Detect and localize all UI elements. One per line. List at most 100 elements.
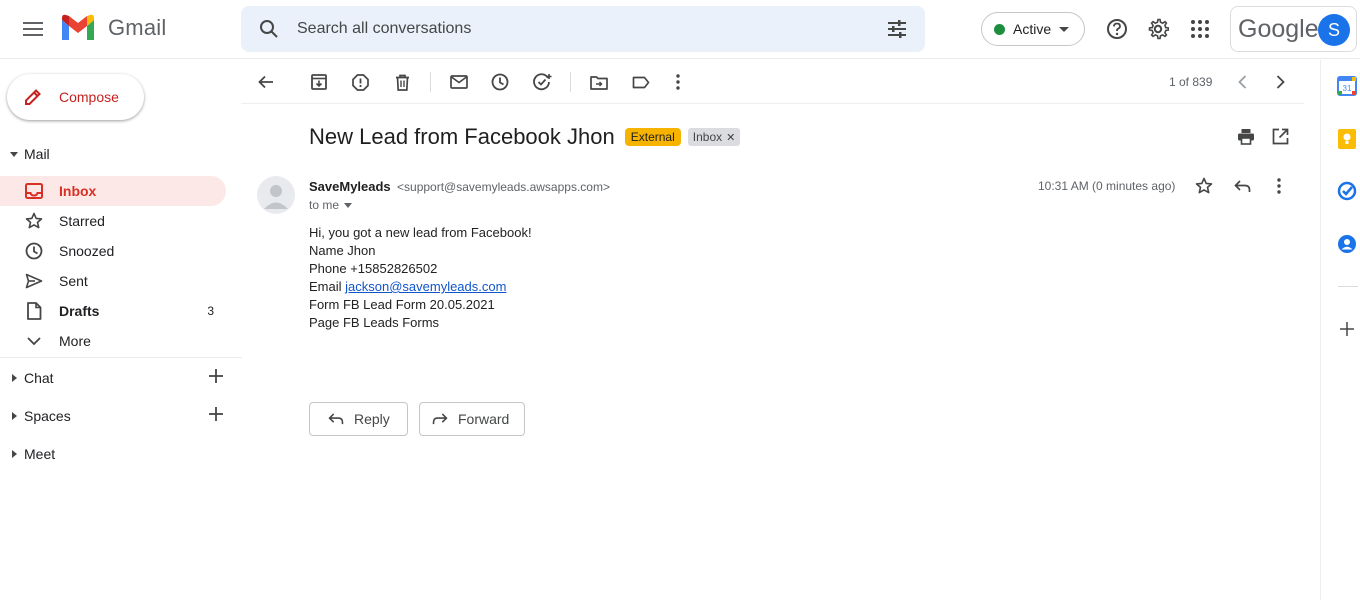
compose-button[interactable]: Compose (7, 74, 144, 120)
forward-button[interactable]: Forward (419, 402, 525, 436)
pencil-icon (25, 89, 41, 105)
archive-button[interactable] (303, 66, 335, 98)
message-more-button[interactable] (1267, 174, 1291, 198)
inbox-label-text: Inbox (692, 130, 723, 144)
meet-section-toggle[interactable]: Meet (0, 439, 242, 469)
apps-button[interactable] (1184, 13, 1216, 45)
sidebar-item-starred[interactable]: Starred (0, 206, 226, 236)
top-header: Gmail Active Google S (0, 0, 1360, 59)
toolbar-divider (430, 72, 431, 92)
message-timestamp: 10:31 AM (0 minutes ago) (1038, 179, 1176, 193)
star-message-button[interactable] (1192, 174, 1216, 198)
report-spam-button[interactable] (344, 66, 376, 98)
reply-button[interactable]: Reply (309, 402, 408, 436)
chevron-down-icon (24, 336, 44, 346)
body-email-prefix: Email (309, 279, 346, 294)
send-icon (24, 273, 44, 289)
google-wordmark: Google (1238, 14, 1319, 43)
print-icon (1238, 128, 1254, 145)
reply-icon-button[interactable] (1230, 174, 1254, 198)
clock-icon (491, 73, 509, 91)
status-label: Active (1013, 21, 1052, 37)
sidebar-item-label: More (59, 333, 91, 349)
plus-icon[interactable] (208, 406, 224, 422)
chevron-left-icon (1237, 75, 1246, 89)
plus-icon (1340, 322, 1354, 336)
compose-label: Compose (59, 89, 119, 105)
mail-section-toggle[interactable]: Mail (0, 139, 242, 169)
newer-button[interactable] (1226, 66, 1258, 98)
keep-icon (1338, 129, 1356, 149)
keep-app-button[interactable] (1336, 128, 1358, 150)
sidebar-item-drafts[interactable]: Drafts 3 (0, 296, 226, 326)
open-in-new-window-button[interactable] (1268, 124, 1292, 148)
search-bar[interactable] (241, 6, 925, 52)
star-icon (1195, 177, 1213, 194)
reply-icon (328, 413, 344, 425)
gmail-logo[interactable]: Gmail (60, 14, 166, 42)
side-panel: 31 (1320, 60, 1360, 600)
delete-button[interactable] (386, 66, 418, 98)
snooze-button[interactable] (484, 66, 516, 98)
gmail-m-icon (62, 14, 94, 40)
more-options-button[interactable] (662, 66, 694, 98)
mark-unread-button[interactable] (443, 66, 475, 98)
trash-icon (395, 74, 409, 91)
body-phone: Phone +15852826502 (309, 261, 438, 276)
sidebar-item-more[interactable]: More (0, 326, 226, 356)
contacts-icon (1338, 235, 1356, 253)
recipient-details-toggle[interactable]: to me (309, 198, 353, 212)
archive-icon (311, 74, 327, 90)
external-label[interactable]: External (624, 128, 681, 146)
message-toolbar: 1 of 839 (241, 60, 1304, 104)
remove-label-icon[interactable]: ✕ (726, 131, 735, 144)
get-addons-button[interactable] (1336, 318, 1358, 340)
search-options-icon[interactable] (869, 20, 925, 38)
sender-avatar[interactable] (257, 176, 295, 214)
sidebar-item-snoozed[interactable]: Snoozed (0, 236, 226, 266)
status-dropdown[interactable]: Active (981, 12, 1085, 46)
gear-icon (1148, 18, 1169, 40)
meet-section-label: Meet (24, 446, 56, 462)
settings-button[interactable] (1142, 13, 1174, 45)
subject-row: New Lead from Facebook Jhon External Inb… (309, 124, 741, 150)
body-form: Form FB Lead Form 20.05.2021 (309, 297, 495, 312)
sidebar-item-label: Snoozed (59, 243, 115, 259)
caret-down-icon (8, 151, 20, 157)
main-menu-button[interactable] (14, 10, 52, 48)
open-new-window-icon (1272, 128, 1288, 144)
chat-section-toggle[interactable]: Chat (0, 363, 242, 393)
search-icon[interactable] (241, 19, 297, 39)
move-to-button[interactable] (583, 66, 615, 98)
sidebar-item-sent[interactable]: Sent (0, 266, 226, 296)
tasks-app-button[interactable] (1336, 180, 1358, 202)
contacts-app-button[interactable] (1336, 233, 1358, 255)
caret-down-icon (344, 202, 353, 208)
report-icon (351, 73, 369, 91)
sidebar-item-inbox[interactable]: Inbox (0, 176, 226, 206)
sender-name[interactable]: SaveMyleads (309, 179, 391, 194)
add-task-icon (532, 73, 551, 91)
reply-label: Reply (354, 411, 390, 427)
plus-icon[interactable] (208, 368, 224, 384)
support-button[interactable] (1101, 13, 1133, 45)
labels-button[interactable] (625, 66, 657, 98)
body-email-link[interactable]: jackson@savemyleads.com (345, 279, 506, 294)
mail-icon (450, 75, 468, 89)
caret-right-icon (8, 412, 20, 420)
chat-section-label: Chat (24, 370, 54, 386)
caret-down-icon (1059, 26, 1070, 32)
print-button[interactable] (1234, 124, 1258, 148)
search-input[interactable] (297, 20, 869, 38)
spaces-section-toggle[interactable]: Spaces (0, 401, 242, 431)
add-to-tasks-button[interactable] (526, 66, 558, 98)
body-email-line: Email jackson@savemyleads.com (309, 278, 532, 296)
older-button[interactable] (1264, 66, 1296, 98)
account-button[interactable]: Google S (1230, 6, 1357, 52)
mail-section-label: Mail (24, 146, 50, 162)
inbox-label[interactable]: Inbox ✕ (687, 128, 741, 146)
back-button[interactable] (250, 66, 282, 98)
help-icon (1107, 19, 1127, 39)
hamburger-icon (23, 22, 43, 36)
calendar-app-button[interactable]: 31 (1336, 75, 1358, 97)
